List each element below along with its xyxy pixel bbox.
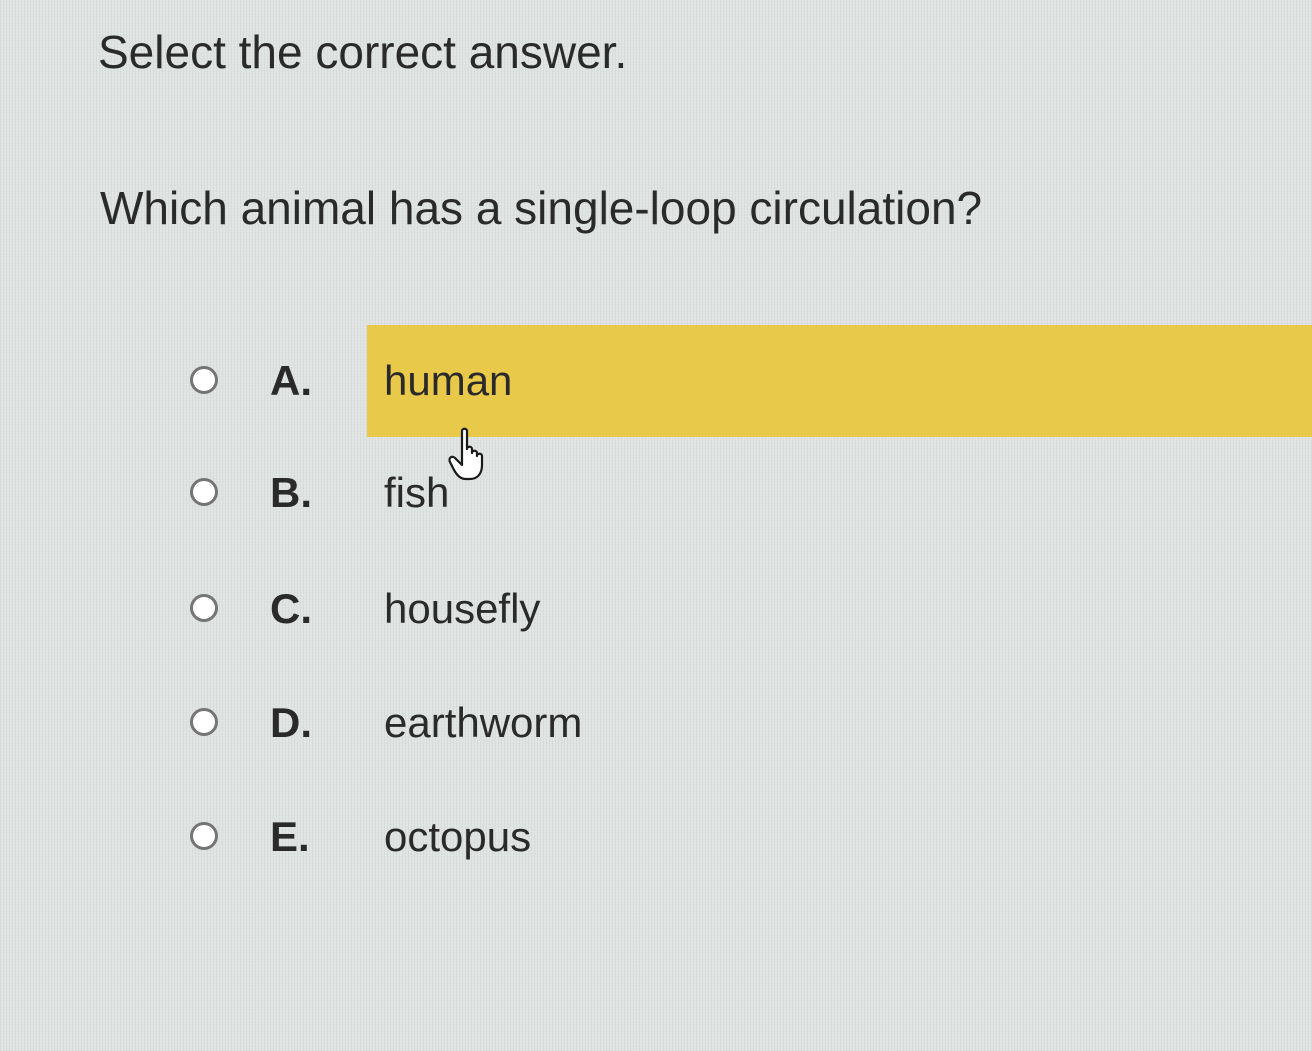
option-b-text[interactable]: fish <box>384 467 449 519</box>
answer-options: A. human B. fish C. housefly D. earthwor… <box>0 0 1312 1051</box>
option-a[interactable]: A. human <box>190 355 1312 415</box>
option-a-letter: A. <box>270 357 312 404</box>
option-e-letter: E. <box>270 813 310 860</box>
hand-pointer-icon <box>448 427 484 481</box>
option-c-text[interactable]: housefly <box>384 583 540 635</box>
option-c[interactable]: C. housefly <box>190 583 1312 643</box>
option-b-letter: B. <box>270 469 312 516</box>
option-e-radio[interactable] <box>190 822 218 850</box>
option-e[interactable]: E. octopus <box>190 811 1312 871</box>
option-b-radio[interactable] <box>190 478 218 506</box>
option-d-text[interactable]: earthworm <box>384 697 582 749</box>
option-a-text[interactable]: human <box>384 355 512 407</box>
option-a-radio[interactable] <box>190 366 218 394</box>
option-c-radio[interactable] <box>190 594 218 622</box>
option-d-radio[interactable] <box>190 708 218 736</box>
option-d[interactable]: D. earthworm <box>190 697 1312 757</box>
option-d-letter: D. <box>270 699 312 746</box>
option-e-text[interactable]: octopus <box>384 811 531 863</box>
option-b[interactable]: B. fish <box>190 467 1312 527</box>
option-c-letter: C. <box>270 585 312 632</box>
